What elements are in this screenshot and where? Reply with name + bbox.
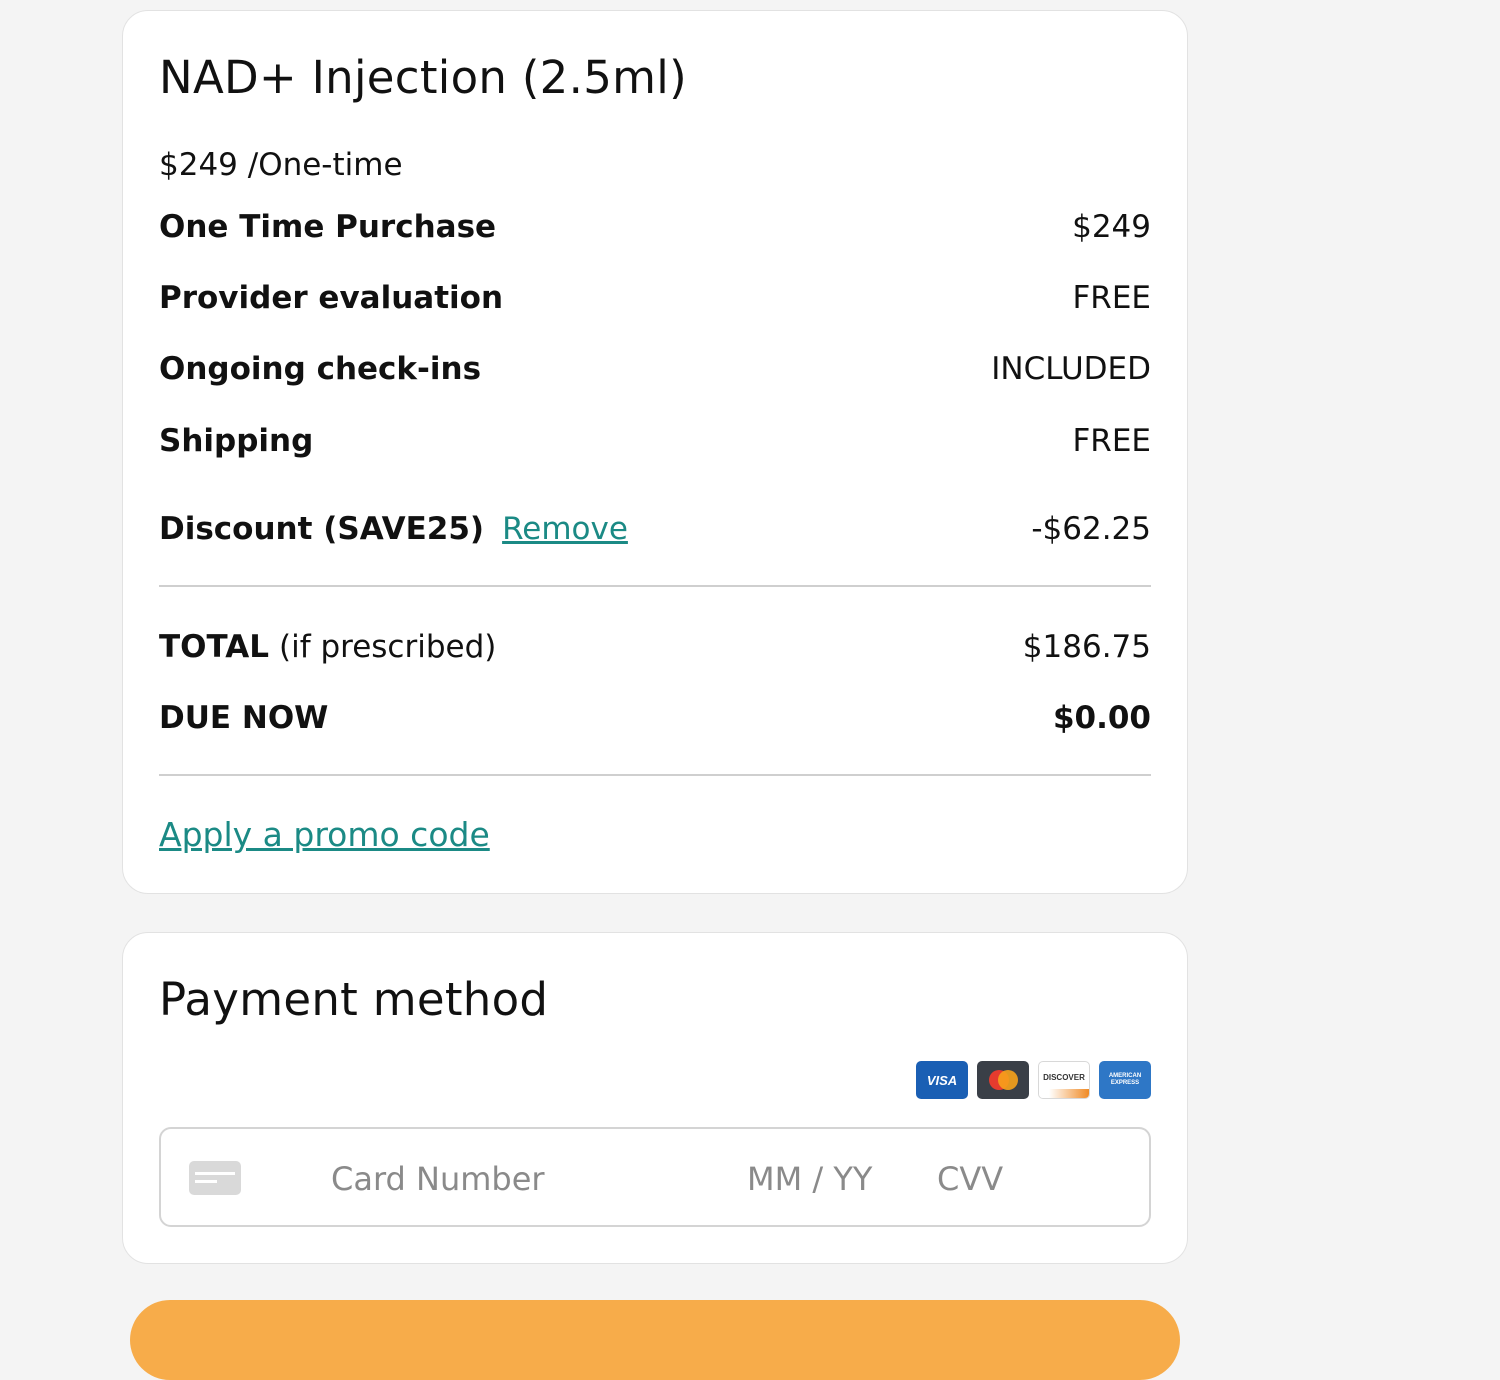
discount-value: -$62.25 — [1031, 511, 1151, 547]
discover-logo-icon: DISCOVER — [1038, 1061, 1090, 1099]
card-number-input[interactable] — [331, 1159, 711, 1199]
line-item-label: Ongoing check-ins — [159, 351, 482, 387]
due-now-row: DUE NOW $0.00 — [159, 696, 1151, 740]
due-now-label: DUE NOW — [159, 700, 329, 736]
total-sublabel: (if prescribed) — [278, 629, 497, 665]
line-item-row: Provider evaluation FREE — [159, 276, 1151, 320]
discover-logo-text: DISCOVER — [1043, 1072, 1085, 1082]
credit-card-icon — [189, 1161, 241, 1195]
line-item-value: FREE — [1072, 280, 1151, 316]
line-item-row: One Time Purchase $249 — [159, 205, 1151, 249]
discover-stripe — [1039, 1089, 1089, 1098]
line-item-label: Shipping — [159, 423, 314, 459]
submit-button[interactable] — [130, 1300, 1180, 1380]
expiry-date-input[interactable] — [747, 1159, 907, 1199]
discount-row: Discount (SAVE25) Remove -$62.25 — [159, 507, 1151, 551]
total-label-group: TOTAL (if prescribed) — [159, 629, 496, 665]
product-title: NAD+ Injection (2.5ml) — [159, 51, 687, 104]
discount-label: Discount (SAVE25) — [159, 511, 485, 547]
divider — [159, 774, 1151, 776]
divider — [159, 585, 1151, 587]
total-row: TOTAL (if prescribed) $186.75 — [159, 625, 1151, 669]
line-item-value: FREE — [1072, 423, 1151, 459]
remove-discount-link[interactable]: Remove — [502, 511, 628, 547]
amex-logo-text: AMERICAN EXPRESS — [1108, 1073, 1142, 1086]
total-value: $186.75 — [1022, 629, 1151, 665]
line-item-value: $249 — [1072, 209, 1151, 245]
line-item-row: Ongoing check-ins INCLUDED — [159, 347, 1151, 391]
cvv-input[interactable] — [937, 1159, 1057, 1199]
line-item-label: Provider evaluation — [159, 280, 504, 316]
order-summary-card: NAD+ Injection (2.5ml) $249 /One-time On… — [122, 10, 1188, 894]
payment-method-card: Payment method VISA DISCOVER AMERICAN EX… — [122, 932, 1188, 1264]
apply-promo-code-link[interactable]: Apply a promo code — [159, 815, 490, 854]
mastercard-circle-orange — [998, 1070, 1018, 1090]
card-brand-logos: VISA DISCOVER AMERICAN EXPRESS — [916, 1061, 1151, 1099]
mastercard-logo-icon — [977, 1061, 1029, 1099]
price-line: $249 /One-time — [159, 147, 403, 183]
discount-label-group: Discount (SAVE25) Remove — [159, 511, 628, 547]
amex-logo-icon: AMERICAN EXPRESS — [1099, 1061, 1151, 1099]
total-label: TOTAL — [159, 629, 269, 665]
line-item-label: One Time Purchase — [159, 209, 497, 245]
visa-logo-icon: VISA — [916, 1061, 968, 1099]
card-details-field[interactable] — [159, 1127, 1151, 1227]
payment-method-title: Payment method — [159, 973, 549, 1026]
line-item-value: INCLUDED — [991, 351, 1151, 387]
due-now-value: $0.00 — [1052, 700, 1151, 736]
visa-logo-text: VISA — [926, 1072, 958, 1088]
line-item-row: Shipping FREE — [159, 419, 1151, 463]
